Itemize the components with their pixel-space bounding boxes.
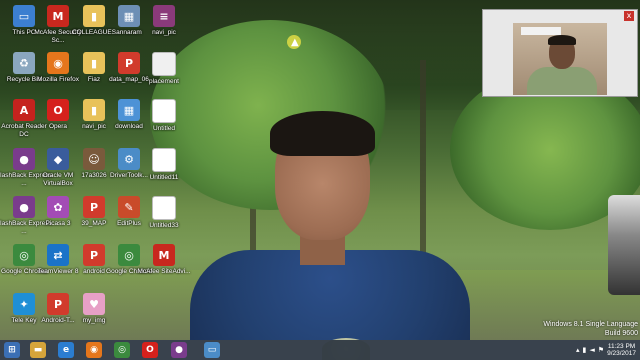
- desktop-icon-label: navi_pic: [152, 29, 176, 36]
- desktop-icon[interactable]: Untitled: [136, 99, 192, 133]
- clock-date: 9/23/2017: [607, 350, 636, 357]
- desktop-icon[interactable]: M McAfee SiteAdvi...: [136, 244, 192, 276]
- chrome-icon[interactable]: ◎: [114, 342, 130, 358]
- opera-icon[interactable]: O: [142, 342, 158, 358]
- image-file-icon: ♥: [83, 293, 105, 315]
- system-tray: ▴ ▮ ◄ ⚑ 11:23 PM 9/23/2017: [576, 342, 636, 358]
- mcafee-icon: M: [153, 244, 175, 266]
- taskbar: ⊞ ▬ e ◉ ◎ O ● ▭ ▴ ▮ ◄ ⚑ 11:23 PM 9/23/2017: [0, 340, 640, 360]
- start-icon[interactable]: ⊞: [4, 342, 20, 358]
- internet-explorer-icon[interactable]: e: [58, 342, 74, 358]
- desktop-window-icon[interactable]: ▭: [204, 342, 220, 358]
- windows-build: Build 9600: [604, 330, 638, 337]
- desktop-icon[interactable]: ≡ navi_pic: [136, 5, 192, 37]
- firefox-icon[interactable]: ◉: [86, 342, 102, 358]
- file-explorer-icon[interactable]: ▬: [30, 342, 46, 358]
- windows-edition: Windows 8.1 Single Language: [543, 321, 638, 328]
- desktop-icon[interactable]: Untitled33: [136, 196, 192, 230]
- volume-icon[interactable]: ◄: [589, 346, 594, 354]
- desktop-icon-label: Untitled33: [149, 222, 179, 229]
- portrait-hair: [270, 111, 375, 156]
- flag-icon[interactable]: ⚑: [598, 346, 604, 354]
- network-icon[interactable]: ▮: [583, 346, 587, 354]
- document-icon: [152, 52, 176, 76]
- clock-time: 11:23 PM: [607, 342, 636, 350]
- desktop-icon[interactable]: placement: [136, 52, 192, 86]
- flashback-icon[interactable]: ●: [171, 342, 187, 358]
- blank-file-icon: [152, 196, 176, 220]
- tray-arrow-icon[interactable]: ▴: [576, 346, 580, 354]
- desktop-icon-label: Untitled11: [149, 174, 179, 181]
- wallpaper-portrait: [190, 111, 470, 340]
- desktop-icon-label: placement: [149, 78, 179, 85]
- windows-watermark: Windows 8.1 Single Language Build 9600: [543, 320, 638, 338]
- desktop-icon-label: McAfee SiteAdvi...: [137, 268, 191, 275]
- taskbar-clock[interactable]: 11:23 PM 9/23/2017: [607, 343, 636, 358]
- webcam-background-object: [521, 27, 561, 35]
- desktop-icon[interactable]: Untitled11: [136, 148, 192, 182]
- blank-file-icon: [152, 148, 176, 172]
- motorbike: [608, 195, 640, 295]
- webcam-overlay[interactable]: x: [482, 9, 638, 97]
- close-icon[interactable]: x: [624, 11, 634, 21]
- blank-file-icon: [152, 99, 176, 123]
- mouse-pointer-icon: ▲: [291, 37, 299, 48]
- desktop-icon-label: my_img: [82, 317, 106, 324]
- winrar-icon: ≡: [153, 5, 175, 27]
- desktop-icon[interactable]: ♥ my_img: [66, 293, 122, 325]
- webcam-feed: [513, 23, 607, 95]
- desktop-icon-label: Untitled: [152, 125, 176, 132]
- webcam-person-hair: [548, 35, 576, 45]
- webcam-person-body: [527, 67, 597, 95]
